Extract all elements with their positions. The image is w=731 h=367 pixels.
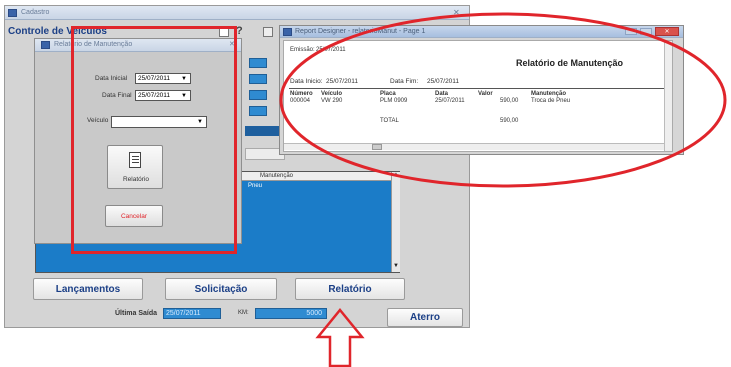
annotation-ellipse <box>279 12 727 188</box>
annotation-overlay <box>279 12 727 367</box>
annotation-up-arrow <box>315 308 365 367</box>
